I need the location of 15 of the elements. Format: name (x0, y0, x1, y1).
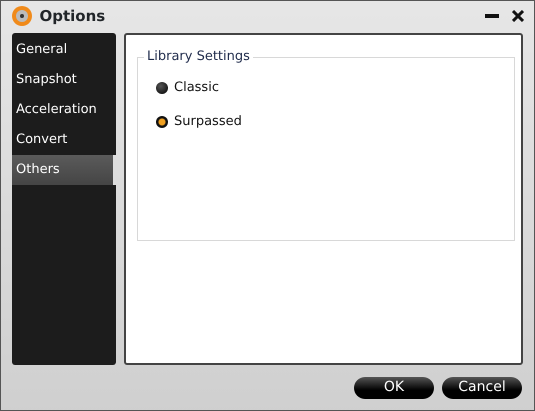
dialog-button[interactable]: Cancel (442, 376, 522, 398)
sidebar-item[interactable]: Convert (12, 125, 116, 155)
close-icon[interactable] (512, 10, 524, 22)
app-logo-icon (11, 5, 33, 27)
window-title: Options (40, 6, 106, 27)
dialog-button[interactable]: OK (354, 376, 434, 398)
sidebar-item[interactable]: Snapshot (12, 65, 116, 95)
radio-label: Classic (174, 78, 219, 97)
radio-button[interactable] (156, 82, 168, 94)
sidebar-item[interactable]: Acceleration (12, 95, 116, 125)
radio-button[interactable] (156, 116, 168, 128)
radio-label: Surpassed (174, 112, 242, 131)
sidebar-item[interactable]: Others (12, 155, 116, 185)
group-title: Library Settings (144, 49, 253, 65)
sidebar-item[interactable]: General (12, 35, 116, 65)
